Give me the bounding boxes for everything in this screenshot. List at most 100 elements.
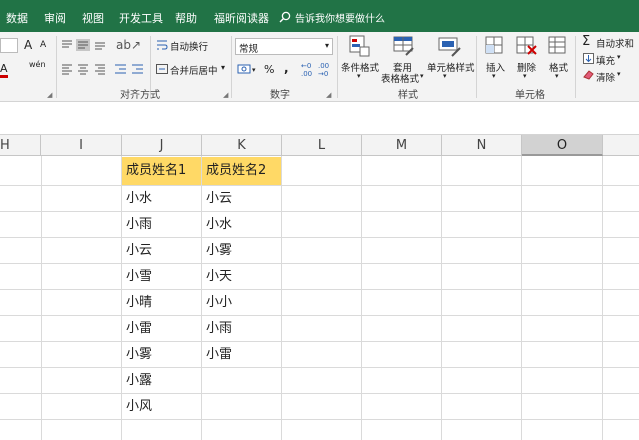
chevron-down-icon: ▾ <box>324 41 329 50</box>
column-header-m[interactable]: M <box>362 135 442 156</box>
column-header-l[interactable]: L <box>282 135 362 156</box>
column-header-i[interactable]: I <box>41 135 122 156</box>
cell-j[interactable]: 小雪 <box>122 264 152 290</box>
cell-j[interactable]: 小雾 <box>122 342 152 368</box>
delete-cells-icon <box>516 36 537 55</box>
number-format-value: 常规 <box>239 44 259 55</box>
separator <box>56 36 57 98</box>
chevron-down-icon[interactable]: ▾ <box>420 72 424 80</box>
column-headers: H I J K L M N O <box>0 135 639 156</box>
cell-k-header[interactable]: 成员姓名2 <box>202 157 281 185</box>
number-group-label: 数字 <box>270 90 290 101</box>
tab-help[interactable]: 帮助 <box>175 10 197 26</box>
horizontal-align-icons[interactable] <box>61 63 109 75</box>
fill-button[interactable]: 填充 <box>596 53 615 67</box>
number-dialog-launcher[interactable]: ◢ <box>326 91 331 99</box>
column-header-h[interactable]: H <box>0 135 41 156</box>
gridline <box>0 419 639 420</box>
comma-style-button[interactable]: , <box>284 61 289 75</box>
gridline <box>441 156 442 440</box>
cell-k[interactable]: 小天 <box>202 264 232 290</box>
chevron-down-icon[interactable]: ▾ <box>443 72 447 80</box>
gridline <box>0 315 639 316</box>
column-header-k[interactable]: K <box>202 135 282 156</box>
vertical-align-icons[interactable] <box>61 39 109 51</box>
decrease-font-size-button[interactable]: A <box>40 40 46 50</box>
chevron-down-icon[interactable]: ▾ <box>617 53 621 61</box>
tab-foxit-reader[interactable]: 福昕阅读器 <box>214 10 269 26</box>
cell-j[interactable]: 小雷 <box>122 316 152 342</box>
gridline <box>41 156 42 440</box>
column-header-n[interactable]: N <box>442 135 522 156</box>
cell-j[interactable]: 小风 <box>122 394 152 420</box>
gridline <box>0 211 639 212</box>
chevron-down-icon[interactable]: ▾ <box>523 72 527 80</box>
ribbon: A A A wén ◢ ab↗ 自动换行 合并后居中 ▾ 对齐方式 ◢ 常规 ▾… <box>0 32 639 102</box>
clear-button[interactable]: 清除 <box>596 70 615 84</box>
cell-k[interactable]: 小云 <box>202 186 232 212</box>
font-color-button[interactable]: A <box>0 62 8 78</box>
worksheet-grid[interactable]: 成员姓名1 成员姓名2 小水 小雨 小云 小雪 小晴 小雷 小雾 小露 小风 小… <box>0 156 639 440</box>
gridline <box>0 393 639 394</box>
cell-k[interactable]: 小雨 <box>202 316 232 342</box>
separator <box>575 36 576 98</box>
chevron-down-icon[interactable]: ▾ <box>492 72 496 80</box>
increase-decimal-button[interactable]: ←0.00 <box>301 62 312 78</box>
indent-icons[interactable] <box>114 63 146 75</box>
tab-view[interactable]: 视图 <box>82 10 104 26</box>
column-header-o[interactable]: O <box>522 135 603 156</box>
cell-k[interactable]: 小水 <box>202 212 232 238</box>
chevron-down-icon[interactable]: ▾ <box>555 72 559 80</box>
wrap-text-button[interactable]: 自动换行 <box>170 39 208 53</box>
font-dialog-launcher[interactable]: ◢ <box>47 91 52 99</box>
sigma-icon: Σ <box>582 34 591 49</box>
tab-data[interactable]: 数据 <box>6 10 28 26</box>
increase-font-size-button[interactable]: A <box>24 38 32 52</box>
gridline <box>0 367 639 368</box>
alignment-group-label: 对齐方式 <box>120 90 160 101</box>
tab-developer[interactable]: 开发工具 <box>119 10 163 26</box>
cell-j[interactable]: 小露 <box>122 368 152 394</box>
format-as-table-icon <box>393 36 414 56</box>
number-format-select[interactable]: 常规 ▾ <box>235 38 333 55</box>
cell-k[interactable]: 小雾 <box>202 238 232 264</box>
percent-style-button[interactable]: % <box>264 63 274 76</box>
formula-bar-area[interactable] <box>0 102 639 135</box>
cell-j[interactable]: 小晴 <box>122 290 152 316</box>
cell-j[interactable]: 小水 <box>122 186 152 212</box>
cell-j-header[interactable]: 成员姓名1 <box>122 157 201 185</box>
cell-styles-button[interactable]: 单元格样式 <box>427 60 475 74</box>
accounting-dropdown-icon[interactable]: ▾ <box>252 66 256 74</box>
styles-group-label: 样式 <box>398 90 418 101</box>
cell-k[interactable]: 小小 <box>202 290 232 316</box>
ribbon-tab-bar: 数据 审阅 视图 开发工具 帮助 福昕阅读器 告诉我你想要做什么 <box>0 0 639 32</box>
cell-styles-icon <box>438 37 461 57</box>
cell-k[interactable]: 小雷 <box>202 342 232 368</box>
font-size-box[interactable] <box>0 38 18 53</box>
cells-group-label: 单元格 <box>515 90 545 101</box>
conditional-formatting-icon <box>349 35 370 57</box>
orientation-icon[interactable]: ab↗ <box>116 38 141 52</box>
alignment-dialog-launcher[interactable]: ◢ <box>223 91 228 99</box>
column-header-j[interactable]: J <box>122 135 202 156</box>
separator <box>231 36 232 98</box>
accounting-format-icon[interactable] <box>237 62 251 76</box>
gridline <box>521 156 522 440</box>
format-as-table-button[interactable]: 表格格式 <box>381 71 419 85</box>
cell-j[interactable]: 小雨 <box>122 212 152 238</box>
tell-me-search[interactable]: 告诉我你想要做什么 <box>295 10 385 25</box>
gridline <box>0 341 639 342</box>
chevron-down-icon[interactable]: ▾ <box>617 70 621 78</box>
autosum-button[interactable]: 自动求和 <box>596 36 634 50</box>
phonetic-guide-button[interactable]: wén <box>29 60 46 69</box>
gridline <box>0 237 639 238</box>
fill-down-icon <box>583 53 594 64</box>
chevron-down-icon[interactable]: ▾ <box>357 72 361 80</box>
column-header-p[interactable] <box>603 135 639 156</box>
merge-center-button[interactable]: 合并后居中 <box>170 63 218 77</box>
tab-review[interactable]: 审阅 <box>44 10 66 26</box>
decrease-decimal-button[interactable]: .00 →0 <box>318 62 329 78</box>
gridline <box>0 289 639 290</box>
merge-dropdown-icon[interactable]: ▾ <box>221 63 225 72</box>
cell-j[interactable]: 小云 <box>122 238 152 264</box>
